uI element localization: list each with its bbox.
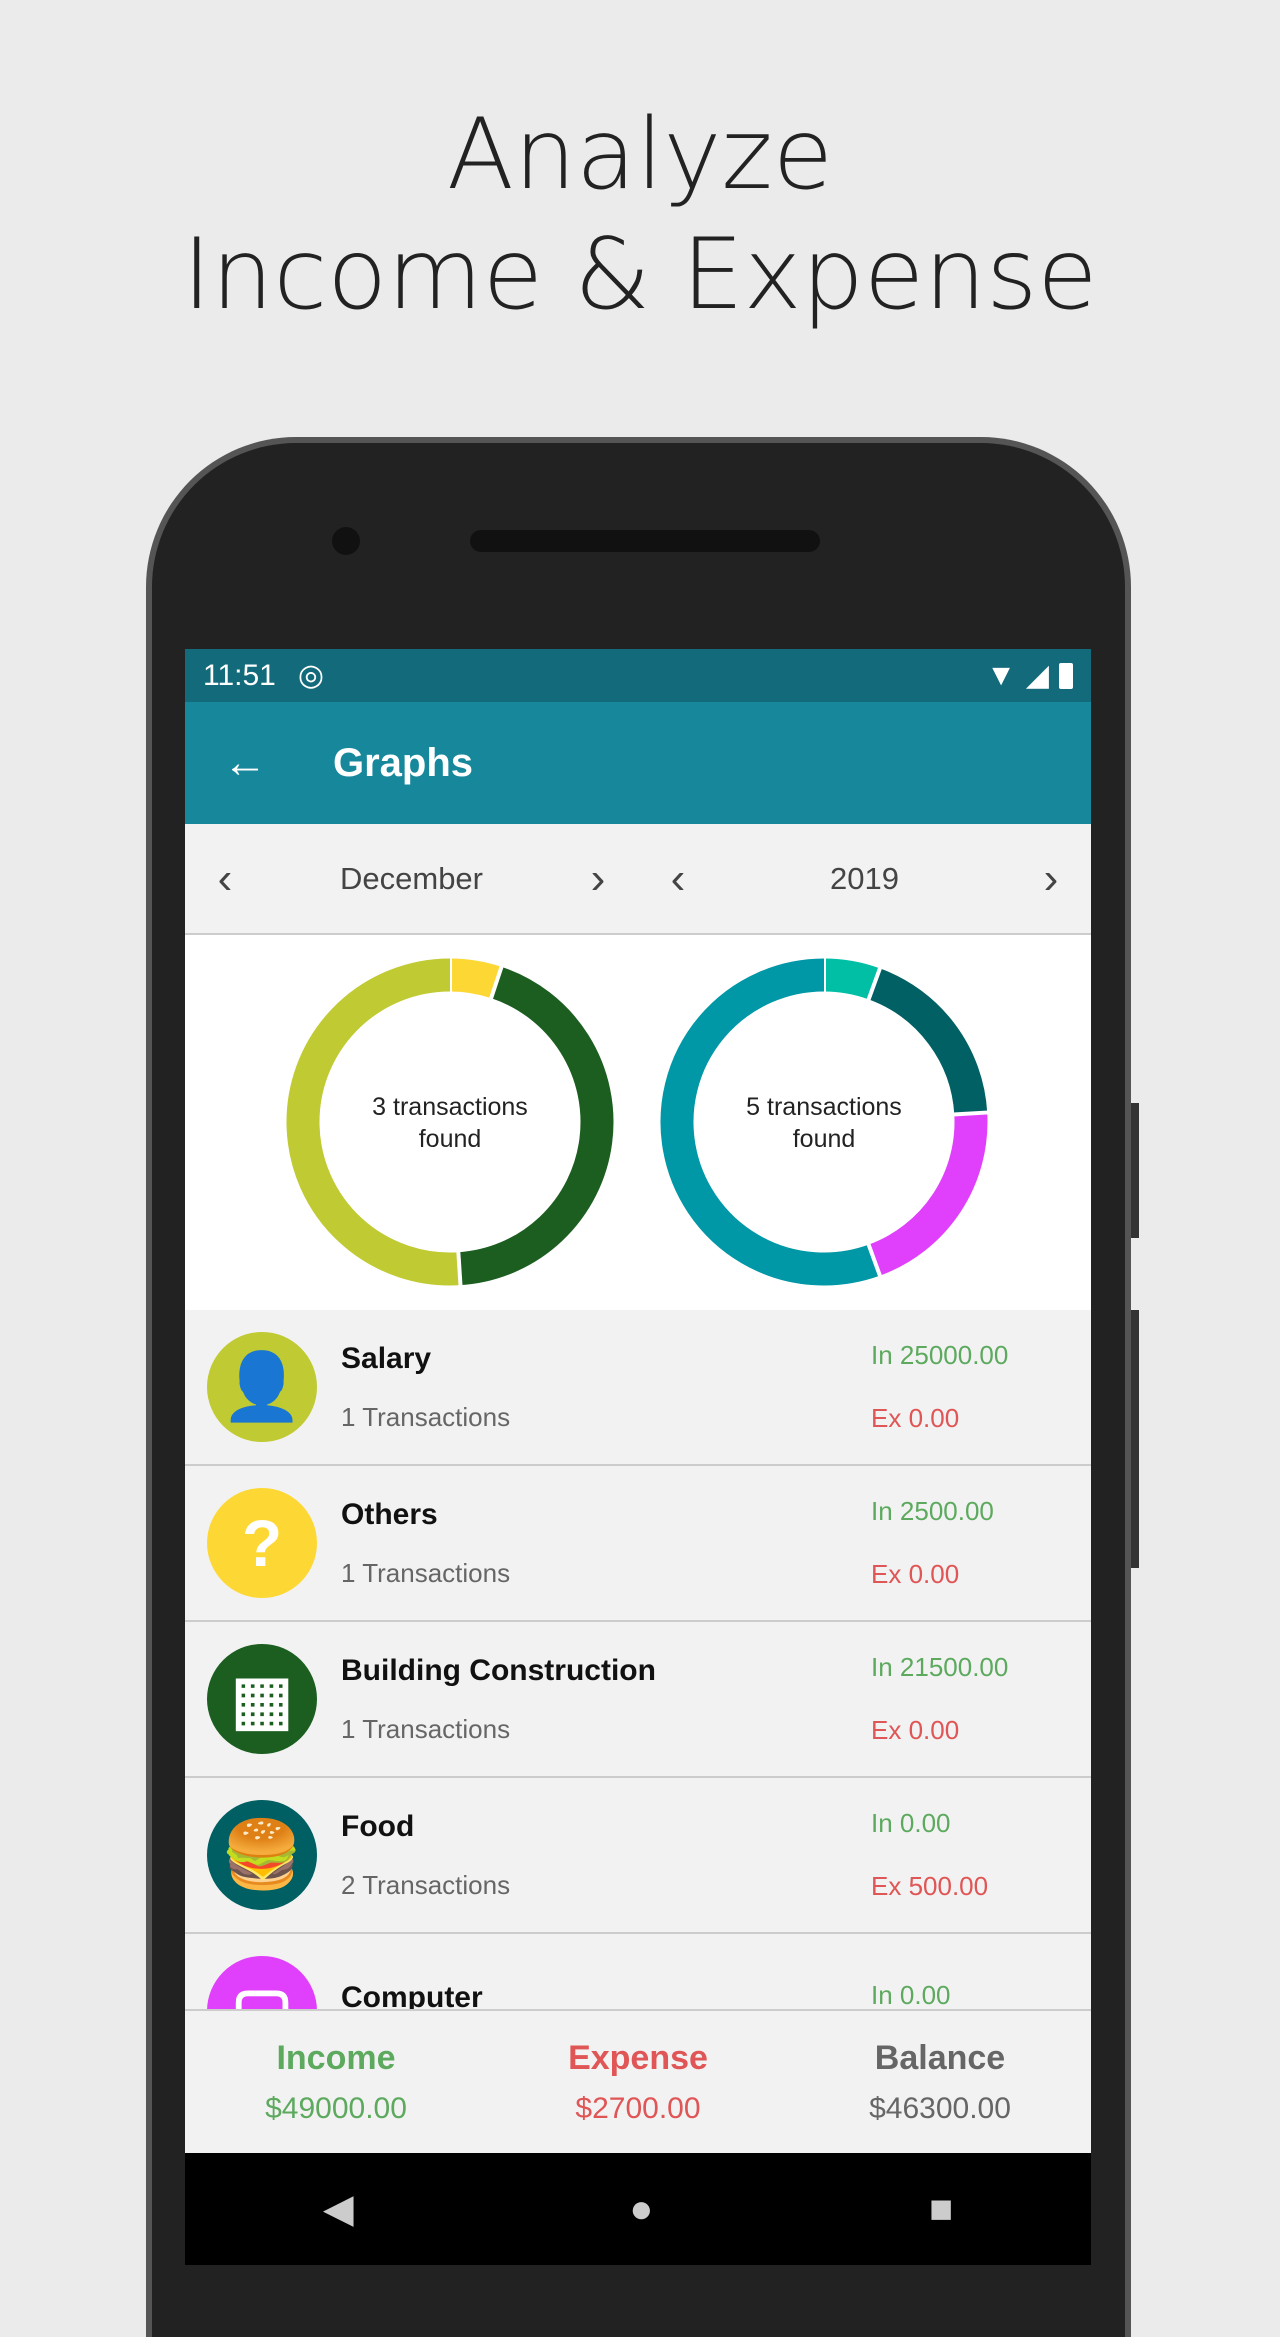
period-selector: ‹ December › ‹ 2019 › [185,824,1091,935]
nav-home-icon[interactable]: ● [629,2187,653,2232]
transaction-count: 1 Transactions [341,1713,511,1744]
income-amount: In 0.00 [871,1979,951,2010]
transaction-count: 1 Transactions [341,1557,511,1588]
screen: 11:51 ◎ ▼ ◢ ← Graphs ‹ December › ‹ 2019 … [185,649,1091,2265]
donut-slice [449,958,502,999]
nav-recents-icon[interactable]: ■ [929,2187,953,2232]
power-button [1131,1310,1139,1568]
status-bar: 11:51 ◎ ▼ ◢ [185,649,1091,702]
charts-area: 3 transactions found 5 transactions foun… [185,935,1091,1310]
category-name: Food [341,1809,415,1843]
expense-summary: Expense $2700.00 [487,2011,789,2153]
slice-separator [456,1251,463,1287]
slice-separator [953,1110,989,1117]
balance-label: Balance [874,2039,1006,2077]
prev-year-chevron-icon[interactable]: ‹ [638,854,718,904]
income-amount: In 2500.00 [871,1496,994,1526]
category-name: Building Construction [341,1653,656,1687]
income-amount: In 0.00 [871,1808,951,1838]
page-title: Graphs [333,740,474,785]
expense-amount: Ex 500.00 [871,1871,989,1901]
food-icon: 🍔 [207,1800,317,1910]
income-amount: In 25000.00 [871,1340,1009,1370]
income-value: $49000.00 [265,2092,407,2125]
category-row[interactable]: ▦ Building Construction 1 Transactions In… [185,1622,1091,1778]
headline-line-2: Income & Expense [182,218,1098,332]
expense-amount: Ex 0.00 [871,1403,960,1433]
balance-value: $46300.00 [869,2092,1011,2125]
balance-summary: Balance $46300.00 [789,2011,1091,2153]
building-icon: ▦ [207,1644,317,1754]
nav-back-icon[interactable]: ◀ [323,2186,354,2232]
transaction-count: 2 Transactions [341,1869,511,1900]
year-label: 2019 [830,860,899,896]
transaction-count: 1 Transactions [341,1401,511,1432]
category-row[interactable]: 👤 Salary 1 Transactions In 25000.00 Ex 0.0… [185,1310,1091,1466]
headline: Analyze Income & Expense [0,95,1280,335]
person-icon: 👤 [207,1332,317,1442]
wifi-icon: ▼ [986,658,1016,692]
speaker [470,530,820,552]
category-list: 👤 Salary 1 Transactions In 25000.00 Ex 0.0… [185,1310,1091,2090]
expense-amount: Ex 0.00 [871,1559,960,1589]
battery-icon [1059,662,1073,689]
month-label: December [340,860,483,896]
donut-slice [823,958,880,1000]
prev-month-chevron-icon[interactable]: ‹ [185,854,265,904]
category-name: Others [341,1497,438,1531]
expense-donut-label: 5 transactions found [746,1093,902,1153]
category-name: Salary [341,1341,432,1375]
clock: 11:51 [203,658,276,692]
system-nav-bar: ◀ ● ■ [185,2153,1091,2265]
next-year-chevron-icon[interactable]: › [1011,854,1091,904]
camera-icon [332,527,360,555]
donut-charts [286,957,989,1287]
income-label: Income [276,2039,396,2077]
signal-icon: ◢ [1025,659,1049,692]
expense-label: Expense [568,2039,708,2077]
next-month-chevron-icon[interactable]: › [558,854,638,904]
toolbar: ← Graphs [185,702,1091,824]
headline-line-1: Analyze [446,98,834,212]
income-amount: In 21500.00 [871,1652,1009,1682]
volume-button [1131,1103,1139,1238]
question-icon: ? [207,1488,317,1598]
expense-amount: Ex 0.00 [871,1715,960,1745]
category-row[interactable]: 🍔 Food 2 Transactions In 0.00 Ex 500.00 [185,1778,1091,1934]
income-donut-label: 3 transactions found [372,1093,528,1153]
expense-value: $2700.00 [575,2092,701,2125]
sync-icon: ◎ [297,659,325,692]
summary-bar: Income $49000.00 Expense $2700.00 Balance $… [185,2009,1091,2153]
category-row[interactable]: ? Others 1 Transactions In 2500.00 Ex 0.00 [185,1466,1091,1622]
back-arrow-icon[interactable]: ← [185,738,305,788]
income-summary: Income $49000.00 [185,2011,487,2153]
